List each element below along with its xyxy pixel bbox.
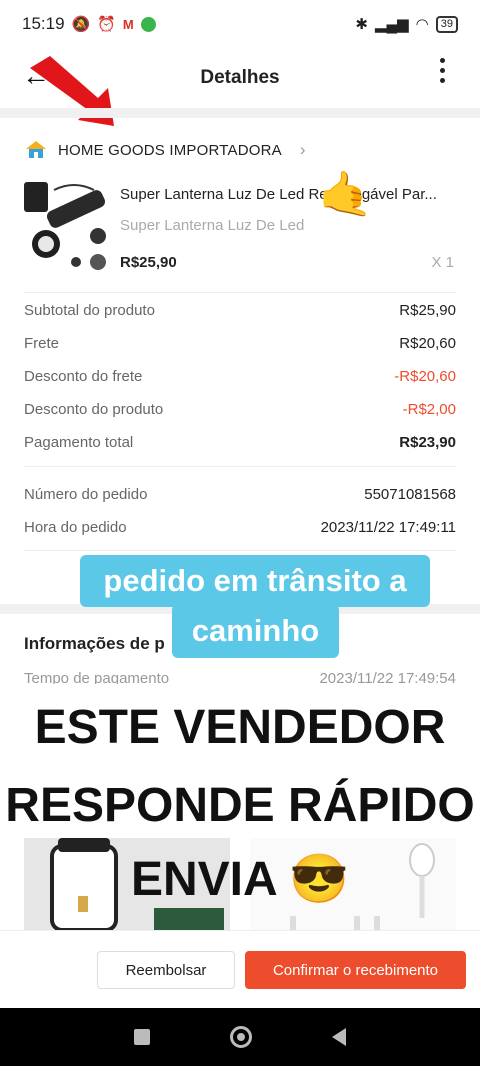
info-section-title: Informações de p — [24, 634, 165, 653]
status-left: 15:19 🔕 ⏰ M — [22, 14, 156, 34]
shop-name: HOME GOODS IMPORTADORA — [58, 141, 282, 159]
shop-row[interactable]: HOME GOODS IMPORTADORA › — [24, 130, 456, 170]
summary-label: Desconto do frete — [24, 368, 143, 385]
more-options-icon[interactable] — [438, 52, 446, 83]
product-variant: Super Lanterna Luz De Led — [120, 217, 305, 234]
summary-value: R$23,90 — [399, 434, 456, 451]
section-divider — [0, 108, 480, 118]
status-time: 15:19 — [22, 14, 65, 33]
chevron-right-icon: › — [299, 140, 306, 159]
divider — [24, 550, 456, 551]
price-summary: Subtotal do produto R$25,90 Frete R$20,6… — [24, 294, 456, 459]
bottom-action-bar: Reembolsar Confirmar o recebimento — [0, 930, 480, 1008]
product-thumbnail — [24, 178, 110, 270]
summary-row: Subtotal do produto R$25,90 — [24, 294, 456, 327]
order-label: Hora do pedido — [24, 519, 127, 536]
info-partial-row: Tempo de pagamento 2023/11/22 17:49:54 — [24, 670, 456, 684]
page-title: Detalhes — [200, 67, 280, 88]
alarm-icon: ⏰ — [97, 16, 116, 33]
caption-line-1: pedido em trânsito a — [80, 555, 430, 607]
home-icon[interactable] — [230, 1026, 252, 1048]
overlay-line-3: ENVIA 😎 — [130, 853, 349, 906]
pointing-hand-icon: 🤙 — [318, 170, 373, 219]
summary-label: Frete — [24, 335, 60, 352]
summary-value: -R$2,00 — [402, 401, 456, 418]
status-bar: 15:19 🔕 ⏰ M ✱ ▂▄▆ ◠ 39 — [0, 0, 480, 48]
summary-value: R$20,60 — [399, 335, 456, 352]
summary-row: Frete R$20,60 — [24, 327, 456, 360]
summary-row: Desconto do frete -R$20,60 — [24, 360, 456, 393]
order-row: Hora do pedido 2023/11/22 17:49:11 — [24, 511, 456, 544]
caption-line-2: caminho — [172, 604, 339, 658]
confirm-receipt-button[interactable]: Confirmar o recebimento — [245, 951, 466, 989]
overlay-line-2: RESPONDE RÁPIDO — [5, 779, 475, 832]
product-item[interactable]: Super Lanterna Luz De Led Recarregável P… — [24, 178, 456, 278]
bluetooth-icon: ✱ — [355, 16, 368, 33]
order-time: 2023/11/22 17:49:11 — [320, 519, 456, 536]
summary-label: Desconto do produto — [24, 401, 164, 418]
product-title: Super Lanterna Luz De Led Recarregável P… — [120, 186, 437, 203]
mute-icon: 🔕 — [71, 16, 91, 33]
battery-icon: 39 — [435, 15, 458, 33]
summary-row-total: Pagamento total R$23,90 — [24, 426, 456, 459]
order-row: Número do pedido 55071081568 — [24, 478, 456, 511]
summary-value: R$25,90 — [399, 302, 456, 319]
divider — [24, 466, 456, 467]
summary-label: Subtotal do produto — [24, 302, 155, 319]
product-price: R$25,90 — [120, 254, 177, 271]
refund-button[interactable]: Reembolsar — [97, 951, 235, 989]
whatsapp-icon — [140, 16, 156, 32]
summary-value: -R$20,60 — [394, 368, 456, 385]
gmail-icon: M — [122, 16, 134, 32]
overlay-line-1: ESTE VENDEDOR — [34, 701, 446, 754]
summary-row: Desconto do produto -R$2,00 — [24, 393, 456, 426]
shop-logo-icon — [26, 141, 46, 158]
back-icon[interactable] — [332, 1028, 346, 1046]
product-quantity: X 1 — [431, 254, 454, 271]
info-partial-label: Tempo de pagamento — [24, 670, 170, 684]
wifi-icon: ◠ — [415, 16, 429, 33]
order-number[interactable]: 55071081568 — [364, 486, 456, 503]
info-partial-value: 2023/11/22 17:49:54 — [319, 670, 456, 684]
order-label: Número do pedido — [24, 486, 148, 503]
status-right: ✱ ▂▄▆ ◠ 39 — [355, 15, 458, 33]
signal-icon: ▂▄▆ — [374, 16, 409, 33]
summary-label: Pagamento total — [24, 434, 134, 451]
recents-icon[interactable] — [134, 1029, 150, 1045]
order-info: Número do pedido 55071081568 Hora do ped… — [24, 478, 456, 544]
system-nav-bar — [0, 1008, 480, 1066]
divider — [24, 292, 456, 293]
red-arrow-annotation-icon — [30, 56, 114, 126]
